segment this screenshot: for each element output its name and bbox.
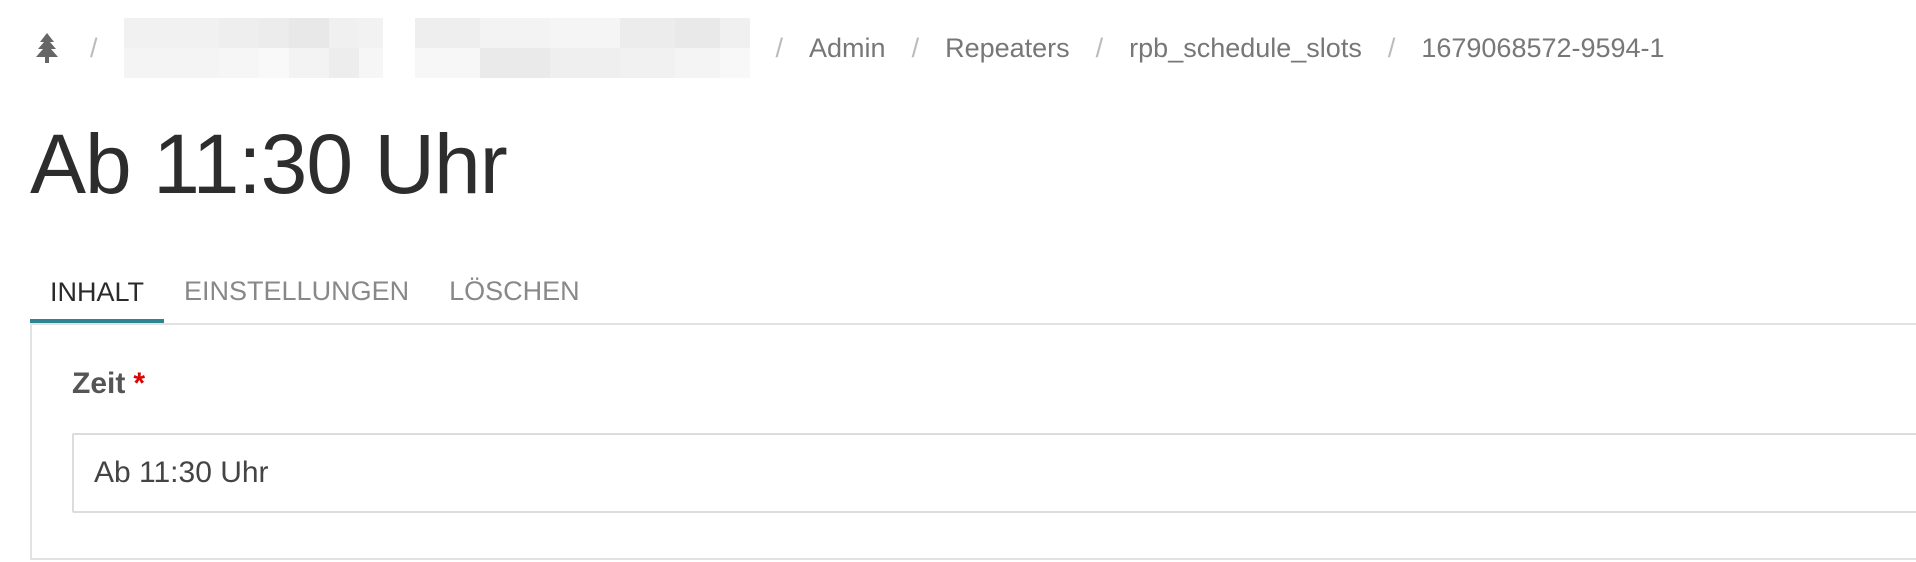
breadcrumb-repeaters[interactable]: Repeaters <box>945 33 1070 64</box>
content-panel: Zeit * <box>30 323 1916 560</box>
breadcrumb-separator: / <box>1095 32 1104 63</box>
tab-loeschen[interactable]: LÖSCHEN <box>429 262 600 321</box>
required-mark: * <box>133 367 146 400</box>
breadcrumb-separator: / <box>775 32 784 63</box>
breadcrumb-separator: / <box>911 32 920 63</box>
zeit-field-label: Zeit * <box>72 367 145 401</box>
breadcrumb-current-item: 1679068572-9594-1 <box>1421 32 1665 63</box>
tab-einstellungen[interactable]: EINSTELLUNGEN <box>164 262 429 321</box>
home-link[interactable] <box>30 30 64 66</box>
tab-bar: INHALT EINSTELLUNGEN LÖSCHEN <box>30 262 1916 325</box>
breadcrumb-rpb-schedule-slots[interactable]: rpb_schedule_slots <box>1129 33 1362 64</box>
breadcrumb-separator: / <box>90 32 98 63</box>
redacted-breadcrumb-item <box>123 18 750 78</box>
tab-inhalt[interactable]: INHALT <box>30 262 165 323</box>
tree-icon <box>36 33 58 63</box>
breadcrumb-admin[interactable]: Admin <box>809 33 886 64</box>
zeit-label-text: Zeit <box>72 367 126 400</box>
page-title: Ab 11:30 Uhr <box>30 117 508 211</box>
zeit-input[interactable] <box>72 433 1916 513</box>
breadcrumb-separator: / <box>1387 32 1396 63</box>
breadcrumb: / / Admin / Repeaters / rpb_schedule_slo… <box>30 18 1665 78</box>
